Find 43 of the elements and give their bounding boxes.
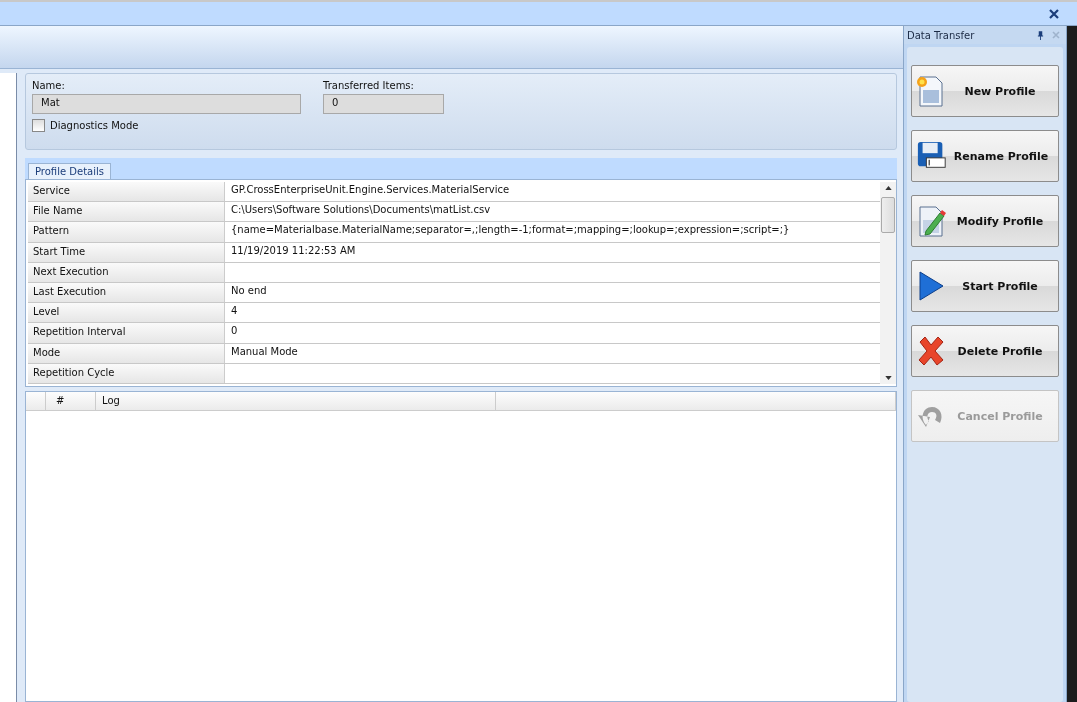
play-icon xyxy=(916,269,946,303)
property-name: Repetition Interval xyxy=(28,323,225,343)
field-label: Transferred Items: xyxy=(323,80,415,91)
property-value[interactable]: C:\Users\Software Solutions\Documents\matList.csv xyxy=(231,202,880,222)
scroll-thumb[interactable] xyxy=(881,197,895,233)
property-value[interactable]: 4 xyxy=(231,303,880,323)
action-button[interactable]: Delete Profile xyxy=(911,325,1059,377)
panel-title: Data Transfer xyxy=(907,29,975,41)
property-name: Start Time xyxy=(28,242,225,262)
property-name: File Name xyxy=(28,202,225,222)
cross-icon xyxy=(916,334,946,368)
property-value[interactable]: Manual Mode xyxy=(231,343,880,363)
action-button[interactable]: Rename Profile xyxy=(911,130,1059,182)
scroll-up-icon[interactable] xyxy=(884,186,892,190)
pin-icon[interactable] xyxy=(1037,30,1044,40)
action-button[interactable]: New Profile xyxy=(911,65,1059,117)
property-name: Next Execution xyxy=(28,262,225,282)
property-value[interactable]: 11/19/2019 11:22:53 AM xyxy=(231,242,880,262)
field-label: Name: xyxy=(32,80,66,91)
property-name: Service xyxy=(28,182,225,202)
property-name: Pattern xyxy=(28,222,225,242)
checkbox[interactable] xyxy=(32,119,45,132)
property-value[interactable]: No end xyxy=(231,283,880,303)
property-name: Repetition Cycle xyxy=(28,363,225,384)
property-name: Level xyxy=(28,303,225,323)
new-document-icon xyxy=(916,74,946,108)
property-name: Last Execution xyxy=(28,283,225,303)
edit-document-icon xyxy=(916,204,946,238)
property-value[interactable]: GP.CrossEnterpriseUnit.Engine.Services.MaterialService xyxy=(231,182,880,202)
close-icon[interactable] xyxy=(1049,8,1059,19)
action-button[interactable]: Modify Profile xyxy=(911,195,1059,247)
column-header[interactable]: # xyxy=(46,392,96,411)
scrollbar[interactable] xyxy=(880,182,896,384)
action-button[interactable]: Start Profile xyxy=(911,260,1059,312)
property-name: Mode xyxy=(28,343,225,363)
tab[interactable]: Profile Details xyxy=(28,163,111,179)
name-field[interactable]: Mat xyxy=(32,94,301,114)
checkbox-label: Diagnostics Mode xyxy=(50,120,139,131)
scroll-down-icon[interactable] xyxy=(884,376,892,380)
property-value[interactable]: 0 xyxy=(231,323,880,343)
column-header[interactable]: Log xyxy=(96,392,496,411)
property-value[interactable]: {name=Materialbase.MaterialName;separator=,;length=-1;format=;mapping=;lookup=;expression=;script=;} xyxy=(231,222,880,242)
transferred-items-field[interactable]: 0 xyxy=(323,94,444,114)
